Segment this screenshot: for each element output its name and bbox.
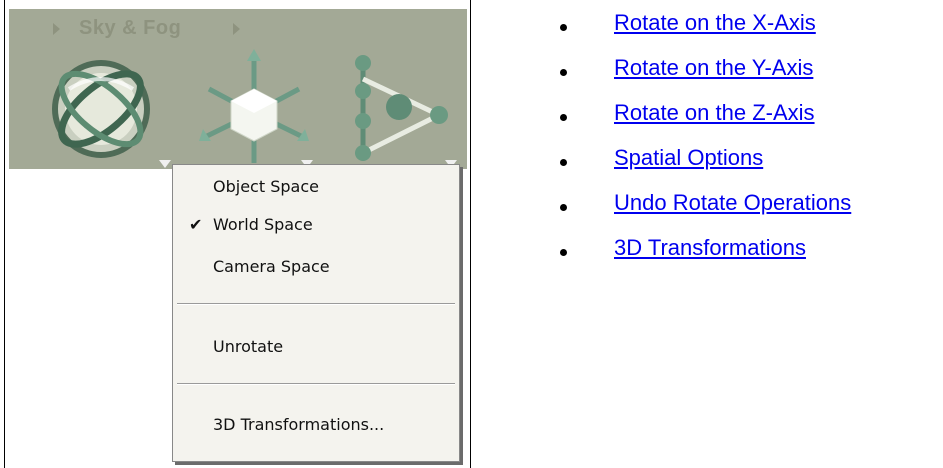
menu-item-object-space[interactable]: Object Space [173,173,459,201]
table-border-left [4,0,5,468]
menu-item-label: Camera Space [213,257,330,276]
bullet-icon [560,69,567,76]
menu-separator [177,383,455,385]
check-icon: ✔ [189,215,203,234]
menu-item-label: Object Space [213,177,319,196]
dropdown-arrow-icon[interactable] [159,160,171,168]
table-border-divider [470,0,471,468]
bullet-icon [560,24,567,31]
context-menu: Object Space ✔ World Space Camera Space … [172,164,460,462]
toolbar-image: Sky & Fog [9,9,467,169]
menu-item-label: Unrotate [213,337,284,356]
menu-item-world-space[interactable]: ✔ World Space [173,211,459,239]
menu-item-unrotate[interactable]: Unrotate [173,333,459,361]
menu-separator [177,303,455,305]
link-rotate-y-axis[interactable]: Rotate on the Y-Axis [614,55,813,81]
link-3d-transformations[interactable]: 3D Transformations [614,235,806,261]
bullet-icon [560,159,567,166]
link-spatial-options[interactable]: Spatial Options [614,145,763,171]
bullet-icon [560,249,567,256]
breadcrumb-arrow-icon [233,23,240,35]
rotate-globe-icon[interactable] [29,49,179,169]
toolbar-title: Sky & Fog [79,17,182,39]
link-rotate-z-axis[interactable]: Rotate on the Z-Axis [614,100,815,126]
link-rotate-x-axis[interactable]: Rotate on the X-Axis [614,10,816,36]
menu-item-label: 3D Transformations... [213,415,385,434]
menu-item-label: World Space [213,215,313,234]
menu-item-3d-transformations[interactable]: 3D Transformations... [173,411,459,439]
bullet-icon [560,204,567,211]
bullet-icon [560,114,567,121]
move-cube-icon[interactable] [199,49,309,169]
link-undo-rotate-operations[interactable]: Undo Rotate Operations [614,190,851,216]
molecule-play-icon[interactable] [329,49,459,169]
breadcrumb-arrow-icon [53,23,60,35]
menu-item-camera-space[interactable]: Camera Space [173,253,459,281]
